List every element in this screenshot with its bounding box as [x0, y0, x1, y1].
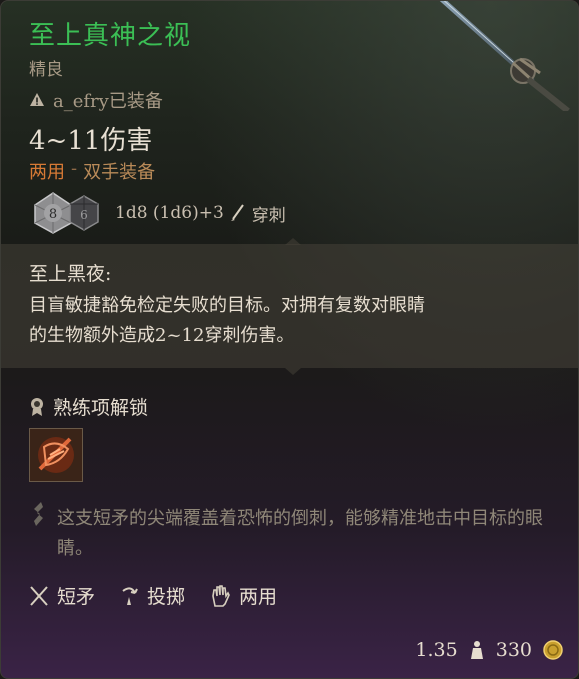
passive-title: 至上黑夜:: [29, 263, 112, 285]
flavor-quill-icon: [34, 502, 43, 526]
svg-text:8: 8: [49, 207, 57, 222]
warning-icon: [30, 93, 44, 106]
d6-die-icon: 6: [69, 195, 99, 231]
item-weight: 1.35: [415, 639, 458, 661]
equipped-by-label: a_efry已装备: [53, 91, 163, 112]
property-thrown[interactable]: 投掷: [119, 582, 185, 609]
crossed-spears-icon: [30, 585, 48, 606]
versatile-label: 两用: [29, 162, 65, 183]
passive-description-line: 的生物额外造成2~12穿刺伤害。: [29, 325, 295, 346]
equipped-status: a_efry已装备: [29, 87, 163, 113]
two-handed-label: 双手装备: [83, 162, 156, 183]
damage-dice-row: 8 6 1d8 (1d6)+3 穿刺: [31, 191, 286, 235]
flavor-text: 这支短矛的尖端覆盖着恐怖的倒刺，能够精准地击中目标的眼睛。: [57, 508, 543, 559]
handedness: 两用 - 双手装备: [29, 158, 155, 184]
item-value: 330: [495, 639, 532, 661]
throw-icon: [122, 586, 138, 605]
spear-artwork-icon: [439, 1, 570, 111]
hand-icon: [212, 584, 230, 607]
property-versatile[interactable]: 两用: [209, 582, 277, 609]
proficiency-label: 熟练项解锁: [53, 397, 149, 419]
handedness-separator: -: [71, 158, 78, 179]
item-rarity: 精良: [29, 60, 63, 80]
gold-coin-icon: [543, 640, 563, 660]
property-spear[interactable]: 短矛: [29, 582, 95, 609]
item-footer: 1.35 330: [415, 639, 564, 661]
skill-art-icon: [30, 429, 82, 481]
property-label: 投掷: [147, 586, 186, 608]
item-tooltip: 至上真神之视 精良 a_efry已装备 4~11伤害 两用 - 双手装备 8 6: [0, 0, 579, 679]
dice-group: 8 6: [31, 191, 101, 235]
damage-range: 4~11伤害: [29, 126, 153, 156]
item-name: 至上真神之视: [29, 21, 192, 51]
proficiency-unlock: 熟练项解锁: [29, 393, 148, 420]
weight-icon: [470, 641, 483, 659]
property-label: 短矛: [57, 586, 96, 608]
passive-notch-bottom: [285, 368, 301, 375]
damage-type: 穿刺: [251, 205, 286, 226]
dice-formula: 1d8 (1d6)+3: [115, 203, 224, 223]
passive-description: 目盲敏捷豁免检定失败的目标。对拥有复数对眼睛 的生物额外造成2~12穿刺伤害。: [29, 291, 529, 351]
piercing-damage-icon: [230, 204, 244, 221]
proficiency-ribbon-icon: [31, 397, 43, 416]
passive-description-line: 目盲敏捷豁免检定失败的目标。对拥有复数对眼睛: [29, 295, 425, 316]
svg-text:6: 6: [80, 208, 88, 222]
piercing-strike-skill-icon[interactable]: [29, 428, 83, 482]
property-label: 两用: [239, 586, 278, 608]
weapon-properties: 短矛 投掷 两用: [29, 582, 277, 609]
